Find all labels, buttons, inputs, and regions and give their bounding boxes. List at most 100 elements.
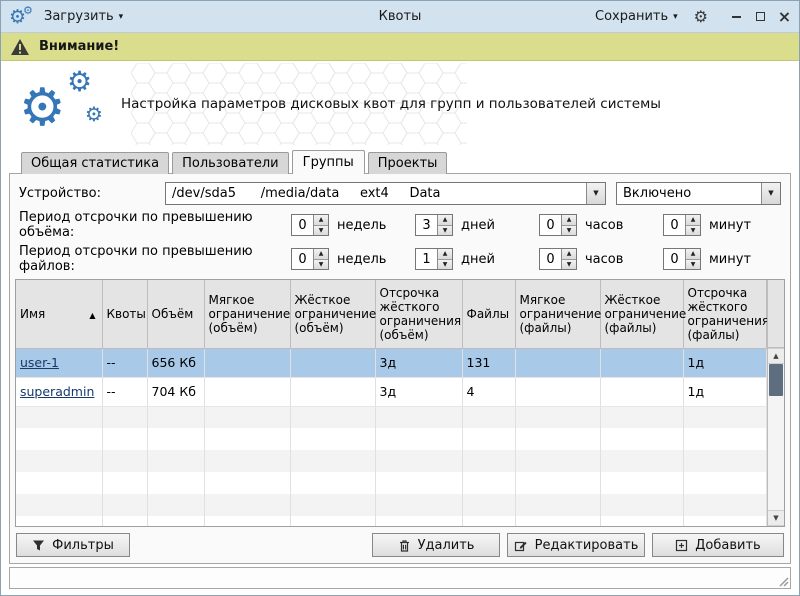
grace-files-row: Период отсрочки по превышению файлов: 0 … bbox=[15, 242, 785, 276]
spin-up-icon[interactable]: ▲ bbox=[438, 249, 452, 259]
volume-minutes-spinner[interactable]: 0 ▲▼ bbox=[663, 214, 701, 236]
quota-status-select[interactable]: Включено ▼ bbox=[616, 182, 781, 205]
device-select[interactable]: /dev/sda5 /media/data ext4 Data ▼ bbox=[165, 182, 606, 205]
empty-row bbox=[16, 516, 767, 527]
minimize-button[interactable] bbox=[730, 10, 743, 24]
delete-button[interactable]: Удалить bbox=[372, 533, 500, 557]
files-minutes-spinner[interactable]: 0 ▲▼ bbox=[663, 248, 701, 270]
spin-down-icon[interactable]: ▼ bbox=[314, 225, 328, 236]
close-button[interactable]: × bbox=[778, 10, 791, 24]
table-cell bbox=[204, 377, 290, 406]
column-header-soft-limit-volume[interactable]: Мягкое ограничение (объём) bbox=[204, 280, 290, 348]
table-cell bbox=[290, 377, 375, 406]
table-cell bbox=[102, 428, 147, 450]
spin-up-icon[interactable]: ▲ bbox=[314, 215, 328, 225]
table-cell bbox=[147, 406, 204, 428]
table-row-user-1[interactable]: user-1 -- 656 Кб 3д 131 1д bbox=[16, 348, 767, 377]
tab-bar: Общая статистика Пользователи Группы Про… bbox=[1, 147, 799, 173]
spin-down-icon[interactable]: ▼ bbox=[562, 259, 576, 270]
filters-button[interactable]: Фильтры bbox=[16, 533, 130, 557]
table-cell bbox=[102, 450, 147, 472]
scrollbar-track[interactable] bbox=[768, 364, 784, 510]
spinner-value: 0 bbox=[664, 249, 685, 269]
user-link[interactable]: superadmin bbox=[20, 384, 94, 399]
files-hours-spinner[interactable]: 0 ▲▼ bbox=[539, 248, 577, 270]
edit-button[interactable]: Редактировать bbox=[507, 533, 645, 557]
files-days-spinner[interactable]: 1 ▲▼ bbox=[415, 248, 453, 270]
column-header-name[interactable]: ▲Имя bbox=[16, 280, 102, 348]
files-weeks-spinner[interactable]: 0 ▲▼ bbox=[291, 248, 329, 270]
table-cell: 3д bbox=[375, 377, 462, 406]
table-cell bbox=[102, 472, 147, 494]
user-link[interactable]: user-1 bbox=[20, 355, 59, 370]
spin-down-icon[interactable]: ▼ bbox=[314, 259, 328, 270]
column-header-soft-limit-files[interactable]: Мягкое ограничение (файлы) bbox=[515, 280, 600, 348]
table-cell bbox=[102, 406, 147, 428]
save-menu-button[interactable]: Сохранить ▾ bbox=[595, 9, 678, 24]
spin-down-icon[interactable]: ▼ bbox=[562, 225, 576, 236]
spin-up-icon[interactable]: ▲ bbox=[314, 249, 328, 259]
table-row-superadmin[interactable]: superadmin -- 704 Кб 3д 4 1д bbox=[16, 377, 767, 406]
table-cell bbox=[290, 472, 375, 494]
add-plus-icon bbox=[675, 539, 688, 552]
spin-up-icon[interactable]: ▲ bbox=[686, 215, 700, 225]
table-cell bbox=[683, 428, 767, 450]
table-cell bbox=[600, 516, 683, 527]
spin-down-icon[interactable]: ▼ bbox=[438, 225, 452, 236]
scroll-down-icon[interactable]: ▼ bbox=[768, 510, 784, 526]
chevron-down-icon[interactable]: ▼ bbox=[586, 183, 605, 204]
table-cell bbox=[290, 450, 375, 472]
scroll-up-icon[interactable]: ▲ bbox=[768, 348, 784, 364]
volume-weeks-spinner[interactable]: 0 ▲▼ bbox=[291, 214, 329, 236]
column-header-hard-limit-volume[interactable]: Жёсткое ограничение (объём) bbox=[290, 280, 375, 348]
scrollbar-thumb[interactable] bbox=[769, 364, 783, 396]
table-cell bbox=[600, 494, 683, 516]
hours-unit-label: часов bbox=[585, 252, 663, 267]
column-header-volume[interactable]: Объём bbox=[147, 280, 204, 348]
days-unit-label: дней bbox=[461, 252, 539, 267]
spin-up-icon[interactable]: ▲ bbox=[438, 215, 452, 225]
column-header-files[interactable]: Файлы bbox=[462, 280, 515, 348]
column-header-quotas[interactable]: Квоты bbox=[102, 280, 147, 348]
tab-users[interactable]: Пользователи bbox=[172, 152, 289, 174]
spin-down-icon[interactable]: ▼ bbox=[438, 259, 452, 270]
add-button[interactable]: Добавить bbox=[652, 533, 784, 557]
volume-hours-spinner[interactable]: 0 ▲▼ bbox=[539, 214, 577, 236]
table-cell bbox=[375, 494, 462, 516]
chevron-down-icon[interactable]: ▼ bbox=[761, 183, 780, 204]
table-cell bbox=[290, 348, 375, 377]
days-unit-label: дней bbox=[461, 218, 539, 233]
tab-projects[interactable]: Проекты bbox=[368, 152, 448, 174]
save-menu-label: Сохранить bbox=[595, 9, 668, 24]
device-row: Устройство: /dev/sda5 /media/data ext4 D… bbox=[15, 178, 785, 208]
edit-pencil-icon bbox=[514, 539, 528, 552]
column-header-grace-files[interactable]: Отсрочка жёсткого ограничения (файлы) bbox=[683, 280, 767, 348]
table-cell bbox=[600, 450, 683, 472]
table-cell bbox=[683, 494, 767, 516]
tab-general-stats[interactable]: Общая статистика bbox=[21, 152, 169, 174]
table-cell bbox=[683, 516, 767, 527]
spin-down-icon[interactable]: ▼ bbox=[686, 225, 700, 236]
column-header-grace-volume[interactable]: Отсрочка жёсткого ограничения (объём) bbox=[375, 280, 462, 348]
table-cell bbox=[600, 406, 683, 428]
column-header-hard-limit-files[interactable]: Жёсткое ограничение (файлы) bbox=[600, 280, 683, 348]
filter-funnel-icon bbox=[32, 539, 45, 552]
load-menu-button[interactable]: Загрузить ▾ bbox=[44, 9, 123, 24]
settings-gear-icon[interactable]: ⚙ bbox=[694, 9, 708, 25]
tab-groups[interactable]: Группы bbox=[292, 150, 365, 174]
table-cell bbox=[16, 406, 102, 428]
resize-grip[interactable] bbox=[777, 575, 789, 587]
table-cell bbox=[16, 494, 102, 516]
hero-section: ⚙⚙⚙ Настройка параметров дисковых квот д… bbox=[1, 61, 799, 147]
spin-up-icon[interactable]: ▲ bbox=[562, 249, 576, 259]
load-menu-label: Загрузить bbox=[44, 9, 114, 24]
maximize-button[interactable] bbox=[754, 10, 767, 24]
scrollbar-corner bbox=[768, 280, 784, 348]
spin-up-icon[interactable]: ▲ bbox=[562, 215, 576, 225]
trash-icon bbox=[398, 539, 411, 552]
spin-down-icon[interactable]: ▼ bbox=[686, 259, 700, 270]
volume-days-spinner[interactable]: 3 ▲▼ bbox=[415, 214, 453, 236]
vertical-scrollbar[interactable]: ▲ ▼ bbox=[767, 280, 784, 526]
spin-up-icon[interactable]: ▲ bbox=[686, 249, 700, 259]
minutes-unit-label: минут bbox=[709, 252, 751, 267]
